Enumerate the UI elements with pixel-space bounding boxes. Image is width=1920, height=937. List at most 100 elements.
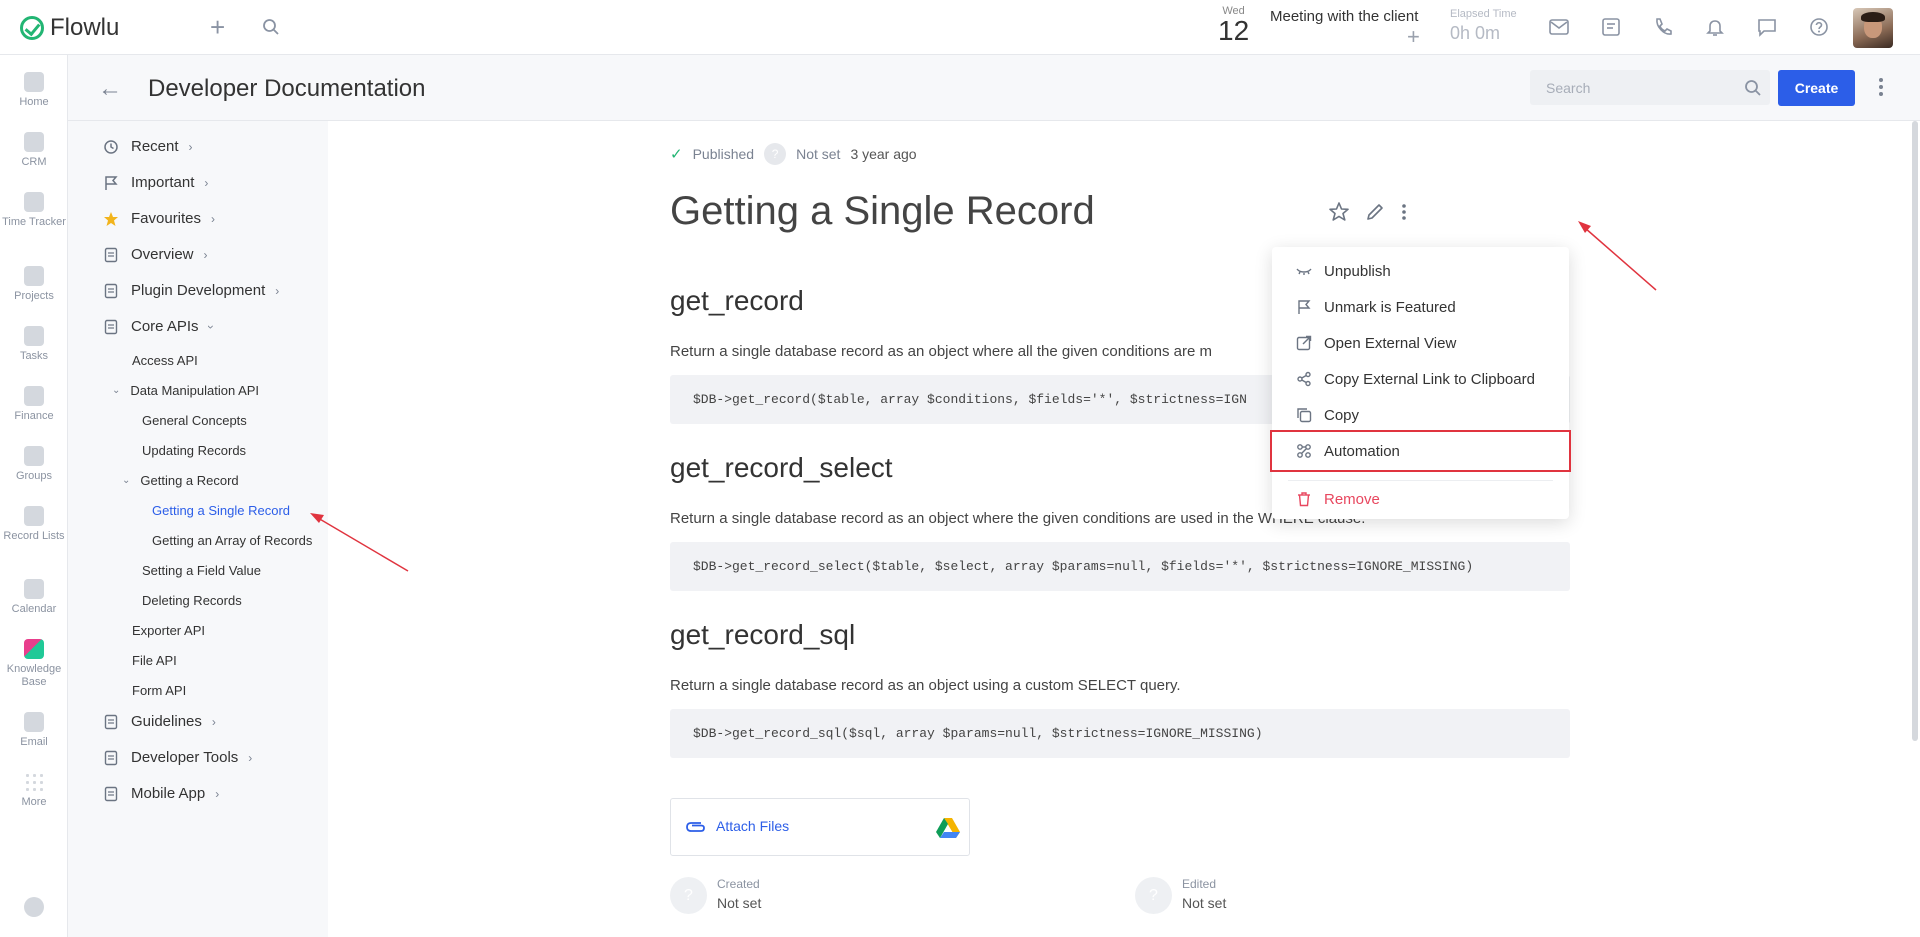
automation-icon xyxy=(1297,444,1311,458)
tree-sub-general-concepts[interactable]: General Concepts xyxy=(142,413,247,428)
menu-item-copy[interactable]: Copy xyxy=(1272,397,1569,433)
caret-down-icon[interactable]: ⌄ xyxy=(122,475,130,486)
bell-icon[interactable] xyxy=(1704,16,1726,38)
upcoming-event[interactable]: Meeting with the client xyxy=(1270,8,1418,25)
tree-sub-updating-records[interactable]: Updating Records xyxy=(142,443,246,458)
rail-item-finance[interactable]: Finance xyxy=(0,386,68,423)
rail-item-groups[interactable]: Groups xyxy=(0,446,68,483)
menu-item-unpublish[interactable]: Unpublish xyxy=(1272,253,1569,289)
page-title: Developer Documentation xyxy=(148,75,426,102)
home-icon xyxy=(24,72,44,92)
back-arrow-icon[interactable]: ← xyxy=(98,75,122,103)
tree-sub-setting-a-field-value[interactable]: Setting a Field Value xyxy=(142,563,261,578)
tree-item-mobile-app[interactable]: Mobile App › xyxy=(103,785,219,802)
rail-item-knowledge-base[interactable]: Knowledge Base xyxy=(0,639,68,689)
created-label: Created xyxy=(717,877,760,891)
header-more-icon[interactable] xyxy=(1878,77,1884,97)
section-heading: get_record xyxy=(670,285,804,316)
help-icon[interactable] xyxy=(1808,16,1830,38)
calendar-date[interactable]: Wed 12 xyxy=(1218,6,1249,45)
groups-icon xyxy=(24,446,44,466)
rail-label: Knowledge Base xyxy=(6,663,62,688)
edited-info: ? Edited Not set xyxy=(1135,877,1226,914)
global-search-icon[interactable] xyxy=(262,18,280,41)
section-text: Return a single database record as an ob… xyxy=(670,677,1181,694)
pencil-icon[interactable] xyxy=(1364,201,1386,223)
quick-add-icon[interactable]: + xyxy=(210,12,225,43)
tree-item-recent[interactable]: Recent › xyxy=(103,138,193,155)
rail-item-email[interactable]: Email xyxy=(0,712,68,749)
crm-icon xyxy=(24,132,44,152)
paperclip-icon xyxy=(686,822,705,832)
chevron-right-icon: › xyxy=(211,211,216,226)
status-badge[interactable]: Published xyxy=(693,146,755,162)
notes-icon[interactable] xyxy=(1600,16,1622,38)
mail-icon[interactable] xyxy=(1548,16,1570,38)
attach-label: Attach Files xyxy=(716,818,790,834)
module-rail: Home CRM Time Tracker Projects Tasks Fin… xyxy=(0,55,68,937)
rail-item-more[interactable]: More xyxy=(0,772,68,809)
tree-item-favourites[interactable]: Favourites › xyxy=(103,210,215,227)
article-more-icon[interactable] xyxy=(1400,201,1408,223)
menu-item-unmark-featured[interactable]: Unmark is Featured xyxy=(1272,289,1569,325)
brand-logo[interactable]: Flowlu xyxy=(20,14,119,42)
tree-sub-getting-a-single-record[interactable]: Getting a Single Record xyxy=(152,503,290,518)
tasks-icon xyxy=(24,326,44,346)
menu-item-copy-external-link[interactable]: Copy External Link to Clipboard xyxy=(1272,361,1569,397)
phone-icon[interactable] xyxy=(1652,16,1674,38)
user-avatar[interactable] xyxy=(1853,8,1893,48)
search-input[interactable] xyxy=(1530,70,1770,105)
chevron-down-icon: › xyxy=(203,324,218,329)
tree-label: Plugin Development xyxy=(131,282,266,299)
search-icon[interactable] xyxy=(1744,79,1762,97)
chat-icon[interactable] xyxy=(1756,16,1778,38)
main-scrollbar[interactable] xyxy=(1912,121,1918,741)
google-drive-icon[interactable] xyxy=(936,817,960,839)
rail-label: Email xyxy=(20,736,48,748)
tree-sub-deleting-records[interactable]: Deleting Records xyxy=(142,593,242,608)
tree-item-developer-tools[interactable]: Developer Tools › xyxy=(103,749,252,766)
rail-label: Time Tracker xyxy=(2,216,66,228)
tree-item-important[interactable]: Important › xyxy=(103,174,208,191)
add-event-icon[interactable]: + xyxy=(1407,24,1420,50)
calendar-icon xyxy=(24,579,44,599)
menu-item-remove[interactable]: Remove xyxy=(1272,481,1569,517)
create-button[interactable]: Create xyxy=(1778,70,1855,106)
star-icon[interactable] xyxy=(1328,201,1350,223)
copy-icon xyxy=(1297,408,1312,423)
tree-sub-getting-an-array-of-records[interactable]: Getting an Array of Records xyxy=(152,533,312,548)
tree-item-plugin-development[interactable]: Plugin Development › xyxy=(103,282,279,299)
chevron-right-icon: › xyxy=(215,786,220,801)
rail-item-home[interactable]: Home xyxy=(0,72,68,109)
tree-item-guidelines[interactable]: Guidelines › xyxy=(103,713,216,730)
menu-item-automation[interactable]: Automation xyxy=(1270,430,1571,472)
tree-item-core-apis[interactable]: Core APIs › xyxy=(103,318,218,335)
owner-value[interactable]: Not set xyxy=(796,146,840,162)
chevron-right-icon: › xyxy=(275,283,280,298)
attach-files-button[interactable]: Attach Files xyxy=(670,798,970,856)
time-tracker-widget[interactable]: Elapsed Time 0h 0m xyxy=(1450,8,1517,44)
tree-sub-getting-a-record[interactable]: ⌄ Getting a Record xyxy=(122,473,239,488)
history-icon xyxy=(104,139,118,154)
article-actions-menu: Unpublish Unmark is Featured Open Extern… xyxy=(1270,247,1571,519)
rail-item-calendar[interactable]: Calendar xyxy=(0,579,68,616)
rail-item-time-tracker[interactable]: Time Tracker xyxy=(0,192,68,229)
tree-sub-form-api[interactable]: Form API xyxy=(132,683,186,698)
chevron-right-icon: › xyxy=(188,139,193,154)
owner-avatar: ? xyxy=(764,143,787,165)
rail-item-projects[interactable]: Projects xyxy=(0,266,68,303)
editor-avatar: ? xyxy=(1135,877,1172,914)
rail-item-crm[interactable]: CRM xyxy=(0,132,68,169)
caret-down-icon[interactable]: ⌄ xyxy=(112,385,120,396)
tree-item-overview[interactable]: Overview › xyxy=(103,246,208,263)
tree-sub-file-api[interactable]: File API xyxy=(132,653,177,668)
menu-item-open-external-view[interactable]: Open External View xyxy=(1272,325,1569,361)
rail-item-record-lists[interactable]: Record Lists xyxy=(0,506,68,543)
tree-label: Recent xyxy=(131,138,179,155)
tree-sub-exporter-api[interactable]: Exporter API xyxy=(132,623,205,638)
tree-sub-data-manipulation-api[interactable]: ⌄ Data Manipulation API xyxy=(112,383,259,398)
menu-label: Remove xyxy=(1324,490,1380,508)
tree-sub-access-api[interactable]: Access API xyxy=(132,353,198,368)
rail-item-tasks[interactable]: Tasks xyxy=(0,326,68,363)
elapsed-label: Elapsed Time xyxy=(1450,8,1517,20)
